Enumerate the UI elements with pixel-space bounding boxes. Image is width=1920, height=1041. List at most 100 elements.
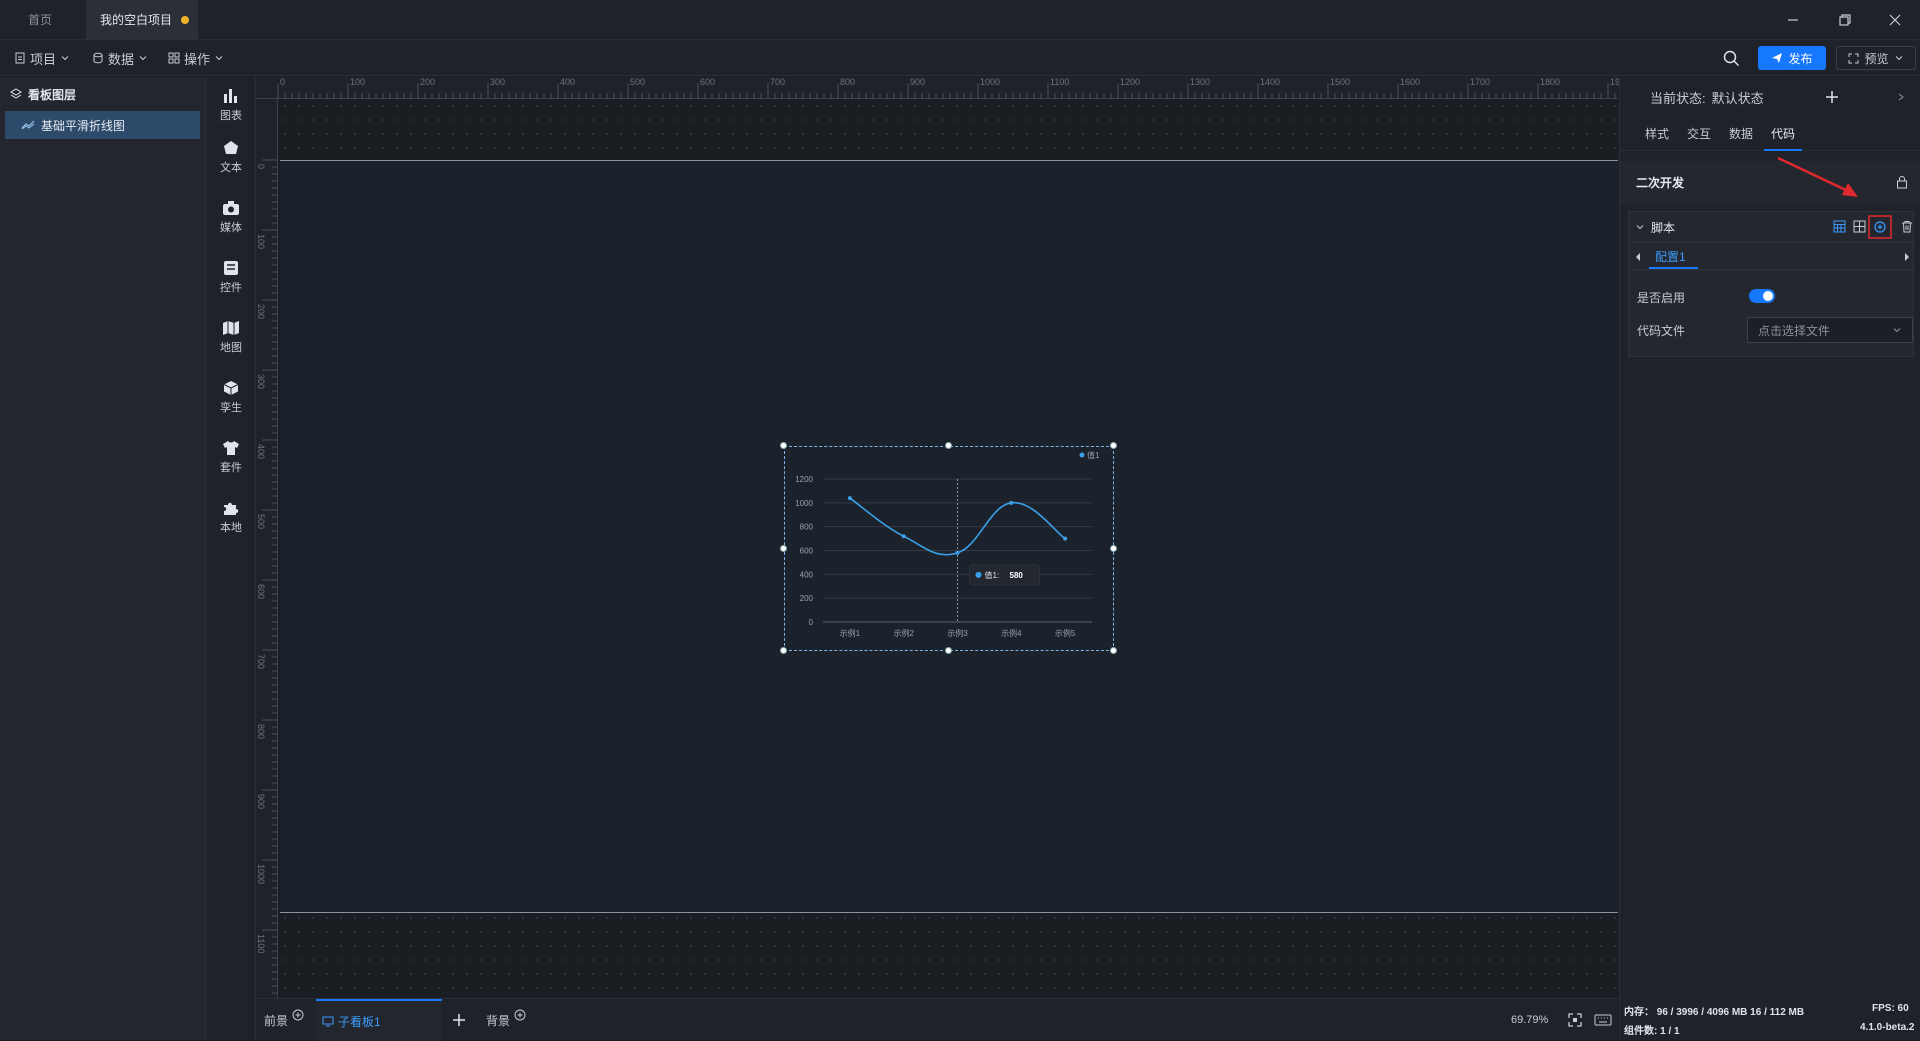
bar-chart-icon <box>224 88 237 103</box>
fit-screen-button[interactable] <box>1568 999 1582 1041</box>
menu-operation[interactable]: 操作 <box>168 40 224 76</box>
unsaved-dot-icon <box>181 16 189 24</box>
component-count: 组件数: 1 / 1 <box>1624 1026 1680 1037</box>
line-chart: 0 200 400 600 800 1000 1200 示例1 示例2 示例3 示例4 示例5 值1 值1… <box>795 450 1100 638</box>
resize-handle[interactable] <box>780 647 787 654</box>
ruler-top-label: 400 <box>560 77 576 87</box>
resize-handle[interactable] <box>945 442 952 449</box>
ruler-top-label: 700 <box>770 77 786 87</box>
publish-label: 发布 <box>1788 51 1813 66</box>
code-file-label: 代码文件 <box>1637 323 1686 338</box>
annotation-arrow-icon <box>1777 156 1858 197</box>
resize-handle[interactable] <box>780 544 787 552</box>
caret-left-icon[interactable] <box>1635 253 1641 261</box>
state-value[interactable]: 默认状态 <box>1712 88 1764 107</box>
keyboard-button[interactable] <box>1594 999 1612 1041</box>
foreground-tab[interactable]: 前景 <box>264 999 304 1041</box>
code-file-select[interactable]: 点击选择文件 <box>1747 317 1913 343</box>
restore-button[interactable] <box>1822 0 1868 40</box>
ruler-top-label: 600 <box>700 77 716 87</box>
config-tabs: 配置1 <box>1629 242 1913 270</box>
background-tab[interactable]: 背景 <box>486 999 526 1041</box>
x-tick-label: 示例2 <box>893 628 914 638</box>
resize-handle[interactable] <box>945 647 952 654</box>
tab-code[interactable]: 代码 <box>1762 117 1804 151</box>
tab-interaction-label: 交互 <box>1687 126 1712 141</box>
preview-button[interactable]: 预览 <box>1836 46 1916 70</box>
add-circle-icon <box>292 1009 304 1021</box>
menu-data[interactable]: 数据 <box>92 40 148 76</box>
resize-handle[interactable] <box>1110 442 1117 449</box>
ruler-top: 0 100 200 300 400 500 600 700 800 900 1000 1100 1200… <box>256 77 1630 99</box>
menu-project-label: 项目 <box>30 51 57 67</box>
data-point <box>901 534 906 539</box>
copy-icon[interactable] <box>1853 220 1866 233</box>
line-chart-icon <box>21 120 35 130</box>
y-tick-label: 1000 <box>795 499 813 508</box>
ruler-left: 0 100 200 300 400 500 600 700 800 900 1000 1100 <box>256 99 278 998</box>
ruler-top-label: 800 <box>840 77 856 87</box>
resize-handle[interactable] <box>1110 647 1117 654</box>
data-point <box>1009 500 1014 505</box>
lock-icon[interactable] <box>1896 175 1908 189</box>
properties-panel: 当前状态: 默认状态 样式 交互 数据 代码 二次开发 脚本 配置1 是否启用 <box>1619 77 1920 998</box>
category-local[interactable]: 本地 <box>206 491 256 543</box>
version-label: 4.1.0-beta.2 <box>1860 1022 1915 1033</box>
category-twin[interactable]: 孪生 <box>206 371 256 423</box>
category-map[interactable]: 地图 <box>206 311 256 363</box>
map-icon <box>223 320 239 335</box>
trash-icon[interactable] <box>1901 220 1913 233</box>
add-state-icon[interactable] <box>1825 90 1839 104</box>
fullscreen-icon <box>1848 53 1859 63</box>
close-icon <box>1889 14 1901 26</box>
chevron-down-icon <box>1636 225 1644 230</box>
zoom-level[interactable]: 69.79% <box>1511 999 1548 1041</box>
chevron-down-icon <box>61 56 69 61</box>
board-tab[interactable]: 子看板1 <box>316 999 442 1041</box>
resize-handle[interactable] <box>1110 544 1117 552</box>
chart-widget[interactable]: 0 200 400 600 800 1000 1200 示例1 示例2 示例3 示例4 示例5 值1 值1… <box>784 446 1114 651</box>
category-twin-label: 孪生 <box>220 401 242 414</box>
ruler-top-label: 100 <box>350 77 366 87</box>
ruler-top-label: 1400 <box>1260 77 1281 87</box>
y-tick-label: 600 <box>800 547 814 556</box>
close-button[interactable] <box>1872 0 1918 40</box>
chevron-right-icon[interactable] <box>1897 93 1905 101</box>
menu-project[interactable]: 项目 <box>14 40 70 76</box>
layer-item-label: 基础平滑折线图 <box>41 118 126 133</box>
category-control[interactable]: 控件 <box>206 251 256 303</box>
monitor-icon <box>322 1016 334 1027</box>
category-media[interactable]: 媒体 <box>206 191 256 243</box>
add-board-button[interactable] <box>452 999 466 1041</box>
add-circle-icon[interactable] <box>1874 221 1886 233</box>
category-text[interactable]: 文本 <box>206 131 256 183</box>
enabled-toggle[interactable] <box>1749 289 1775 303</box>
resize-handle[interactable] <box>780 442 787 449</box>
fit-screen-icon <box>1568 1013 1582 1027</box>
tab-style[interactable]: 样式 <box>1636 117 1678 151</box>
tab-interaction[interactable]: 交互 <box>1678 117 1720 151</box>
ruler-top-label: 1700 <box>1470 77 1491 87</box>
ruler-top-label: 300 <box>490 77 506 87</box>
background-label: 背景 <box>486 1013 511 1028</box>
restore-icon <box>1839 14 1851 26</box>
config-tab-1[interactable]: 配置1 <box>1649 243 1698 271</box>
search-button[interactable] <box>1723 50 1740 67</box>
text-icon <box>224 140 238 154</box>
plus-icon <box>453 1014 465 1026</box>
database-icon <box>93 52 103 64</box>
category-kit[interactable]: 套件 <box>206 431 256 483</box>
ruler-left-label: 900 <box>256 794 266 810</box>
layer-item[interactable]: 基础平滑折线图 <box>5 111 200 139</box>
table-icon[interactable] <box>1833 220 1846 233</box>
minimize-button[interactable] <box>1770 0 1816 40</box>
category-chart[interactable]: 图表 <box>206 79 256 131</box>
tab-home[interactable]: 首页 <box>14 0 72 40</box>
tab-data[interactable]: 数据 <box>1720 117 1762 151</box>
x-tick-label: 示例5 <box>1055 628 1076 638</box>
ruler-top-label: 1100 <box>1050 77 1070 87</box>
caret-right-icon[interactable] <box>1904 253 1910 261</box>
publish-button[interactable]: 发布 <box>1758 46 1826 70</box>
keyboard-icon <box>1594 1014 1612 1026</box>
legend-marker <box>1079 452 1085 458</box>
